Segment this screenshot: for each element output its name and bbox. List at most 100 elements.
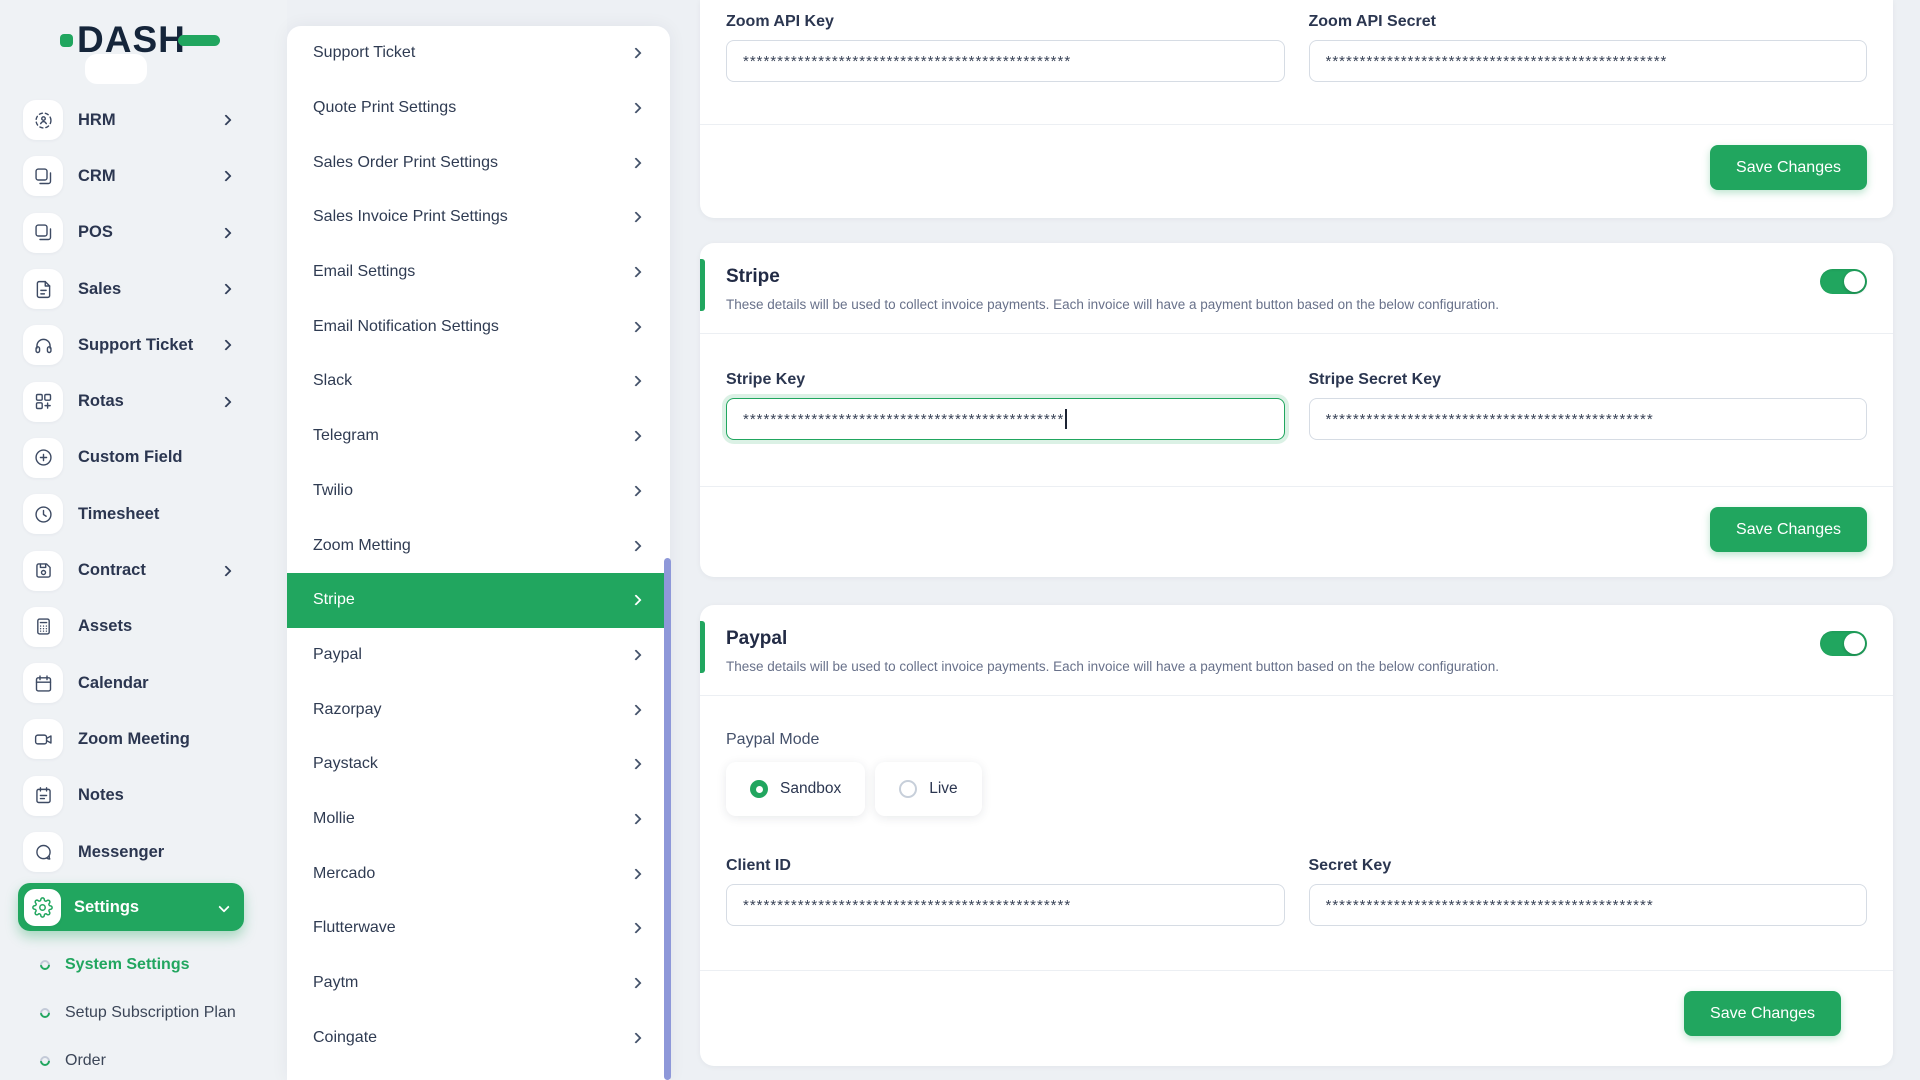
- client-id-input[interactable]: ****************************************…: [726, 884, 1285, 926]
- settings-nav-item-label: Mercado: [313, 864, 376, 882]
- zoom-api-key-label: Zoom API Key: [726, 13, 834, 30]
- secret-key-input[interactable]: ****************************************…: [1308, 884, 1867, 926]
- video-icon: [23, 719, 63, 760]
- settings-nav-item-label: Mollie: [313, 809, 355, 827]
- chevron-right-icon: [220, 564, 232, 577]
- sidebar-item-messenger[interactable]: Messenger: [0, 824, 287, 880]
- settings-nav-item-quote-print-settings[interactable]: Quote Print Settings: [287, 81, 670, 136]
- sidebar-item-crm[interactable]: CRM: [0, 148, 287, 204]
- settings-nav-item-label: Coingate: [313, 1028, 378, 1046]
- cut-off-nav-item-icon: [85, 54, 147, 84]
- sidebar-item-hrm[interactable]: HRM: [0, 92, 287, 148]
- chevron-right-icon: [630, 703, 642, 716]
- sidebar-item-notes[interactable]: Notes: [0, 768, 287, 824]
- settings-nav-item-razorpay[interactable]: Razorpay: [287, 682, 670, 737]
- settings-nav-item-slack[interactable]: Slack: [287, 354, 670, 409]
- chevron-right-icon: [630, 649, 642, 661]
- settings-nav-item-zoom-metting[interactable]: Zoom Metting: [287, 518, 670, 573]
- settings-nav-item-paytm[interactable]: Paytm: [287, 956, 670, 1011]
- radio-icon[interactable]: [750, 780, 768, 798]
- zoom-settings-card: Zoom API Key ***************************…: [700, 0, 1893, 218]
- sidebar-item-support-ticket[interactable]: Support Ticket: [0, 317, 287, 373]
- chevron-right-icon: [630, 758, 642, 770]
- sidebar-item-rotas[interactable]: Rotas: [0, 373, 287, 429]
- settings-nav-item-email-settings[interactable]: Email Settings: [287, 245, 670, 300]
- note-icon: [23, 775, 63, 816]
- sidebar-item-label: CRM: [78, 166, 116, 185]
- settings-nav-item-stripe[interactable]: Stripe: [287, 572, 670, 628]
- sidebar-item-assets[interactable]: Assets: [0, 599, 287, 655]
- sidebar-subitem-setup-subscription-plan[interactable]: Setup Subscription Plan: [0, 989, 287, 1037]
- masked-value: ****************************************…: [1325, 410, 1654, 428]
- paypal-mode-sandbox-option[interactable]: Sandbox: [726, 762, 866, 816]
- paypal-section-description: These details will be used to collect in…: [726, 659, 1499, 674]
- paypal-mode-live-option[interactable]: Live: [875, 762, 982, 816]
- save-button[interactable]: Save Changes: [1710, 507, 1867, 552]
- sidebar-item-custom-field[interactable]: Custom Field: [0, 430, 287, 486]
- chevron-right-icon: [630, 266, 642, 278]
- settings-nav-item-mercado[interactable]: Mercado: [287, 846, 670, 901]
- chevron-right-icon: [630, 430, 642, 442]
- chevron-right-icon: [630, 211, 642, 224]
- settings-sub-nav: System Settings Setup Subscription Plan …: [0, 941, 287, 1080]
- stripe-key-input[interactable]: ****************************************…: [726, 398, 1285, 440]
- sidebar-item-label: Support Ticket: [78, 335, 194, 354]
- accent-bar: [700, 621, 705, 673]
- chevron-right-icon: [630, 157, 642, 169]
- sidebar-item-timesheet[interactable]: Timesheet: [0, 486, 287, 542]
- chevron-right-icon: [220, 395, 232, 408]
- sidebar-item-settings[interactable]: Settings: [18, 883, 244, 932]
- chevron-right-icon: [630, 375, 642, 388]
- sidebar-item-zoom-meeting[interactable]: Zoom Meeting: [0, 711, 287, 767]
- scrollbar-thumb[interactable]: [664, 558, 671, 1080]
- sidebar-item-label: Assets: [78, 617, 133, 636]
- gear-icon: [24, 888, 61, 926]
- settings-nav-item-coingate[interactable]: Coingate: [287, 1010, 670, 1065]
- sidebar-item-label: Contract: [78, 561, 146, 580]
- stripe-secret-key-label: Stripe Secret Key: [1308, 371, 1442, 388]
- settings-nav-item-label: Quote Print Settings: [313, 99, 457, 117]
- zoom-api-secret-input[interactable]: ****************************************…: [1308, 40, 1867, 82]
- save-button[interactable]: Save Changes: [1710, 145, 1867, 190]
- settings-nav-item-sales-order-print-settings[interactable]: Sales Order Print Settings: [287, 135, 670, 190]
- paypal-section-title: Paypal: [726, 628, 788, 649]
- settings-nav-item-skrill[interactable]: Skrill: [287, 1065, 670, 1080]
- sidebar-item-pos[interactable]: POS: [0, 205, 287, 261]
- sidebar-item-sales[interactable]: Sales: [0, 261, 287, 317]
- settings-nav-item-twilio[interactable]: Twilio: [287, 464, 670, 519]
- settings-nav-item-mollie[interactable]: Mollie: [287, 792, 670, 847]
- sidebar-item-label: Zoom Meeting: [78, 729, 190, 748]
- mode-option-label: Live: [929, 780, 958, 797]
- chevron-right-icon: [630, 47, 642, 60]
- sidebar-subitem-order[interactable]: Order: [0, 1037, 287, 1080]
- paypal-enabled-toggle[interactable]: [1820, 631, 1867, 656]
- settings-nav-item-paypal[interactable]: Paypal: [287, 628, 670, 683]
- radio-icon[interactable]: [899, 780, 918, 798]
- sidebar-item-label: Notes: [78, 786, 124, 805]
- sidebar-item-label: Sales: [78, 279, 122, 298]
- sidebar-subitem-label: Order: [65, 1052, 106, 1070]
- sidebar-item-label: HRM: [78, 110, 116, 129]
- settings-nav-item-email-notification-settings[interactable]: Email Notification Settings: [287, 299, 670, 354]
- sidebar-item-calendar[interactable]: Calendar: [0, 655, 287, 711]
- chevron-right-icon: [630, 102, 642, 114]
- settings-nav-item-label: Paystack: [313, 755, 378, 773]
- chevron-right-icon: [220, 170, 232, 183]
- masked-value: ****************************************…: [1325, 896, 1654, 914]
- settings-nav-list: Support Ticket Quote Print Settings Sale…: [287, 26, 670, 1080]
- stripe-enabled-toggle[interactable]: [1820, 269, 1867, 294]
- settings-nav-item-paystack[interactable]: Paystack: [287, 737, 670, 792]
- sidebar-subitem-system-settings[interactable]: System Settings: [0, 941, 287, 989]
- chat-icon: [23, 832, 63, 872]
- chevron-right-icon: [630, 922, 642, 935]
- sidebar-item-contract[interactable]: Contract: [0, 542, 287, 598]
- settings-nav-item-telegram[interactable]: Telegram: [287, 409, 670, 464]
- settings-nav-item-support-ticket[interactable]: Support Ticket: [287, 26, 670, 81]
- settings-nav-item-sales-invoice-print-settings[interactable]: Sales Invoice Print Settings: [287, 190, 670, 245]
- main-sidebar: DASH HRM CRM POS Sales Support Ticket Ro…: [0, 0, 287, 1080]
- save-button[interactable]: Save Changes: [1684, 991, 1841, 1036]
- copy-icon: [23, 212, 63, 253]
- zoom-api-key-input[interactable]: ****************************************…: [726, 40, 1285, 82]
- stripe-secret-key-input[interactable]: ****************************************…: [1308, 398, 1867, 440]
- settings-nav-item-flutterwave[interactable]: Flutterwave: [287, 901, 670, 956]
